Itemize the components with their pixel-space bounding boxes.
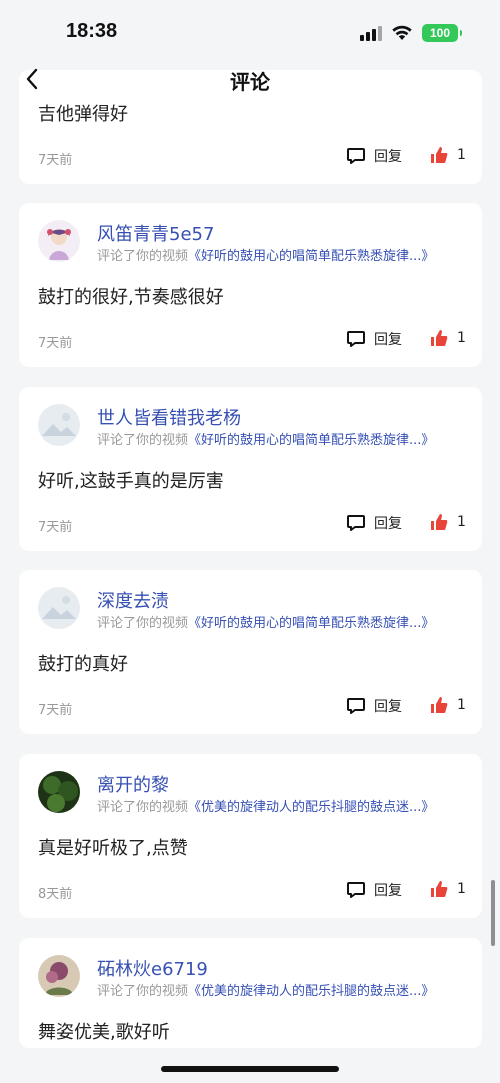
reply-label: 回复 (374, 332, 402, 348)
reply-button[interactable]: 回复 (346, 696, 402, 716)
status-icons: 100 (360, 24, 462, 42)
comment-text: 舞姿优美,歌好听 (38, 1022, 170, 1043)
comment-meta: 评论了你的视频《好听的鼓用心的唱简单配乐熟悉旋律...》 (97, 245, 434, 264)
video-link[interactable]: 《好听的鼓用心的唱简单配乐熟悉旋律...》 (188, 249, 434, 264)
video-link[interactable]: 《好听的鼓用心的唱简单配乐熟悉旋律...》 (188, 433, 434, 448)
comment-icon (347, 698, 365, 714)
thumbs-up-icon (431, 514, 448, 530)
comment-card: 离开的黎 评论了你的视频《优美的旋律动人的配乐抖腿的鼓点迷...》 真是好听极了… (19, 754, 482, 918)
comment-text: 鼓打的很好,节奏感很好 (38, 287, 224, 308)
like-count: 1 (457, 330, 466, 346)
reply-button[interactable]: 回复 (346, 329, 402, 349)
user-name[interactable]: 世人皆看错我老杨 (97, 404, 241, 430)
comment-icon (347, 148, 365, 164)
meta-prefix: 评论了你的视频 (97, 800, 189, 815)
comment-icon (347, 331, 365, 347)
like-button[interactable]: 1 (430, 880, 466, 898)
reply-button[interactable]: 回复 (346, 146, 402, 166)
user-name[interactable]: 离开的黎 (97, 771, 169, 797)
thumbs-up-icon (431, 330, 448, 346)
comment-feed[interactable]: 吉他弹得好 7天前 回复 1 风笛青青5e57 评论了你的视频《好听的鼓用心的唱… (0, 0, 500, 1083)
status-time: 18:38 (66, 20, 118, 42)
comment-meta: 评论了你的视频《优美的旋律动人的配乐抖腿的鼓点迷...》 (97, 980, 434, 999)
comment-meta: 评论了你的视频《优美的旋律动人的配乐抖腿的鼓点迷...》 (97, 796, 434, 815)
video-link[interactable]: 《优美的旋律动人的配乐抖腿的鼓点迷...》 (188, 800, 434, 815)
thumbs-up-icon (431, 147, 448, 163)
user-name[interactable]: 深度去渍 (97, 587, 169, 613)
comment-time: 7天前 (38, 520, 73, 535)
avatar[interactable] (38, 771, 80, 813)
reply-label: 回复 (374, 883, 402, 899)
comment-card: 砳林炏e6719 评论了你的视频《优美的旋律动人的配乐抖腿的鼓点迷...》 舞姿… (19, 938, 482, 1048)
battery-indicator: 100 (422, 24, 462, 42)
user-name[interactable]: 砳林炏e6719 (97, 955, 208, 981)
comment-icon (347, 515, 365, 531)
meta-prefix: 评论了你的视频 (97, 984, 189, 999)
comment-text: 鼓打的真好 (38, 654, 128, 675)
comment-card: 深度去渍 评论了你的视频《好听的鼓用心的唱简单配乐熟悉旋律...》 鼓打的真好 … (19, 570, 482, 734)
like-count: 1 (457, 147, 466, 163)
like-button[interactable]: 1 (430, 696, 466, 714)
reply-label: 回复 (374, 699, 402, 715)
avatar[interactable] (38, 404, 80, 446)
nav-bar: 评论 (0, 58, 500, 100)
comment-text: 好听,这鼓手真的是厉害 (38, 471, 224, 492)
video-link[interactable]: 《好听的鼓用心的唱简单配乐熟悉旋律...》 (188, 616, 434, 631)
home-indicator[interactable] (161, 1066, 339, 1072)
like-button[interactable]: 1 (430, 329, 466, 347)
avatar[interactable] (38, 587, 80, 629)
comment-time: 7天前 (38, 703, 73, 718)
avatar[interactable] (38, 955, 80, 997)
status-bar: 18:38 100 (0, 0, 500, 60)
like-button[interactable]: 1 (430, 146, 466, 164)
thumbs-up-icon (431, 881, 448, 897)
meta-prefix: 评论了你的视频 (97, 249, 189, 264)
comment-meta: 评论了你的视频《好听的鼓用心的唱简单配乐熟悉旋律...》 (97, 612, 434, 631)
comment-meta: 评论了你的视频《好听的鼓用心的唱简单配乐熟悉旋律...》 (97, 429, 434, 448)
comment-card: 风笛青青5e57 评论了你的视频《好听的鼓用心的唱简单配乐熟悉旋律...》 鼓打… (19, 203, 482, 367)
like-count: 1 (457, 697, 466, 713)
thumbs-up-icon (431, 697, 448, 713)
avatar[interactable] (38, 220, 80, 262)
meta-prefix: 评论了你的视频 (97, 433, 189, 448)
reply-button[interactable]: 回复 (346, 880, 402, 900)
user-name[interactable]: 风笛青青5e57 (97, 220, 214, 246)
scrollbar[interactable] (491, 880, 495, 946)
video-link[interactable]: 《优美的旋律动人的配乐抖腿的鼓点迷...》 (188, 984, 434, 999)
comment-card: 世人皆看错我老杨 评论了你的视频《好听的鼓用心的唱简单配乐熟悉旋律...》 好听… (19, 387, 482, 551)
like-count: 1 (457, 514, 466, 530)
like-button[interactable]: 1 (430, 513, 466, 531)
meta-prefix: 评论了你的视频 (97, 616, 189, 631)
reply-label: 回复 (374, 516, 402, 532)
reply-label: 回复 (374, 149, 402, 165)
comment-time: 7天前 (38, 336, 73, 351)
comment-text: 吉他弹得好 (38, 104, 128, 125)
wifi-icon (391, 25, 413, 41)
comment-time: 8天前 (38, 887, 73, 902)
page-title: 评论 (230, 70, 270, 94)
comment-icon (347, 882, 365, 898)
comment-time: 7天前 (38, 153, 73, 168)
comment-text: 真是好听极了,点赞 (38, 838, 188, 859)
cellular-signal-icon (360, 25, 382, 41)
reply-button[interactable]: 回复 (346, 513, 402, 533)
like-count: 1 (457, 881, 466, 897)
